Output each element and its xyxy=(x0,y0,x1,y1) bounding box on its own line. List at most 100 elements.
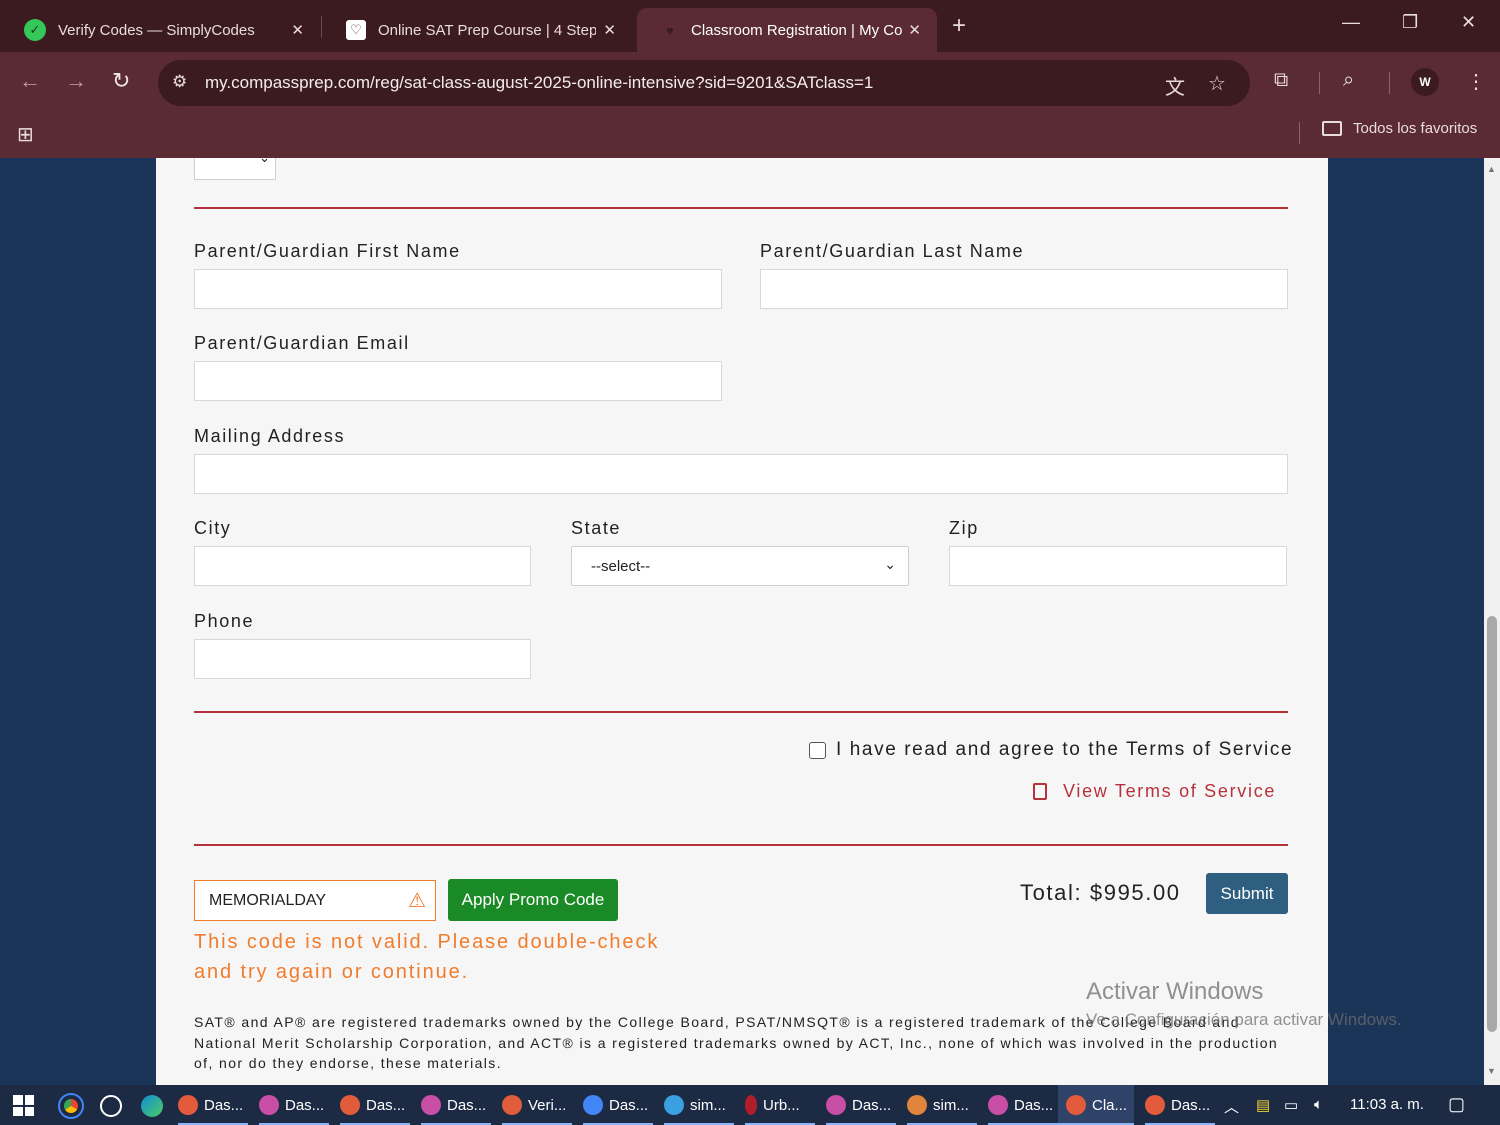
section-divider xyxy=(194,711,1288,713)
scroll-up-icon[interactable]: ▲ xyxy=(1487,164,1496,174)
submit-button[interactable]: Submit xyxy=(1206,873,1288,914)
scroll-down-icon[interactable]: ▼ xyxy=(1487,1066,1496,1076)
bookmarks-folder-label: Todos los favoritos xyxy=(1353,120,1478,137)
reading-mode-icon[interactable]: ⌕ xyxy=(1343,69,1354,92)
parent-last-name-label: Parent/Guardian Last Name xyxy=(760,241,1025,261)
parent-last-name-input[interactable] xyxy=(760,269,1288,309)
chevron-down-icon: ⌄ xyxy=(259,158,270,166)
volume-icon[interactable]: 🔈︎ xyxy=(1314,1096,1323,1113)
chrome-icon[interactable] xyxy=(58,1093,84,1119)
tab-title: Verify Codes — SimplyCodes xyxy=(58,21,255,39)
zip-label: Zip xyxy=(949,518,979,538)
taskbar-item[interactable]: sim... xyxy=(664,1085,734,1125)
taskbar-item[interactable]: Das... xyxy=(421,1085,491,1125)
profile-avatar[interactable]: W xyxy=(1411,68,1439,96)
tos-checkbox[interactable] xyxy=(809,741,826,759)
bookmark-star-icon[interactable]: ☆ xyxy=(1208,71,1226,96)
order-total: Total: $995.00 xyxy=(1020,880,1181,905)
close-icon[interactable]: ✕ xyxy=(908,21,921,39)
menu-kebab-icon[interactable]: ⋮ xyxy=(1466,69,1486,94)
site-settings-icon[interactable]: ⚙ xyxy=(172,72,187,92)
view-tos-label[interactable]: View Terms of Service xyxy=(1063,781,1276,802)
phone-label: Phone xyxy=(194,611,255,631)
restore-icon[interactable]: ❐ xyxy=(1402,12,1418,33)
browser-toolbar: ← → ↻ ⚙ my.compassprep.com/reg/sat-class… xyxy=(0,52,1500,114)
taskbar-clock[interactable]: 11:03 a. m. xyxy=(1350,1096,1424,1113)
view-tos-link[interactable]: View Terms of Service xyxy=(1033,781,1276,802)
city-label: City xyxy=(194,518,232,538)
tab-sat-prep[interactable]: ♡ Online SAT Prep Course | 4 Step ✕ xyxy=(322,8,632,52)
taskbar-item[interactable]: sim... xyxy=(907,1085,977,1125)
chrome-profile-icon xyxy=(1145,1095,1165,1115)
network-icon[interactable]: ▭ xyxy=(1284,1096,1298,1114)
forward-icon[interactable]: → xyxy=(65,68,87,94)
chrome-profile-icon xyxy=(583,1095,603,1115)
chrome-profile-icon xyxy=(1066,1095,1086,1115)
notes-tray-icon[interactable]: ▤ xyxy=(1256,1096,1270,1114)
taskbar-item[interactable]: Das... xyxy=(826,1085,896,1125)
tab-simplycodes[interactable]: ✓ Verify Codes — SimplyCodes ✕ xyxy=(0,8,320,52)
mailing-address-input[interactable] xyxy=(194,454,1288,494)
state-select-value: --select-- xyxy=(591,557,651,575)
state-label: State xyxy=(571,518,622,538)
taskbar-item[interactable]: Das... xyxy=(1145,1085,1215,1125)
translate-icon[interactable]: 文 xyxy=(1165,71,1185,100)
tray-expand-icon[interactable]: ︿ xyxy=(1224,1096,1239,1117)
promo-code-input[interactable]: MEMORIALDAY ⚠ xyxy=(194,880,436,921)
apply-promo-button[interactable]: Apply Promo Code xyxy=(448,879,618,921)
tos-checkbox-label[interactable]: I have read and agree to the Terms of Se… xyxy=(836,739,1293,761)
taskbar-item[interactable]: Das... xyxy=(583,1085,653,1125)
taskbar-item[interactable]: Das... xyxy=(259,1085,329,1125)
window-close-icon[interactable]: ✕ xyxy=(1461,12,1476,33)
apps-grid-icon[interactable]: ⊞ xyxy=(17,122,34,147)
promo-code-value: MEMORIALDAY xyxy=(209,891,327,909)
taskbar-item[interactable]: Veri... xyxy=(502,1085,572,1125)
city-input[interactable] xyxy=(194,546,531,586)
phone-input[interactable] xyxy=(194,639,531,679)
scrollbar-thumb[interactable] xyxy=(1487,616,1497,1032)
toolbar-separator xyxy=(1389,72,1390,94)
app-icon xyxy=(745,1095,757,1115)
new-tab-icon[interactable]: + xyxy=(952,12,966,40)
whatsapp-icon[interactable] xyxy=(100,1095,122,1117)
chrome-profile-icon xyxy=(988,1095,1008,1115)
address-bar[interactable]: ⚙ my.compassprep.com/reg/sat-class-augus… xyxy=(158,60,1250,106)
chrome-profile-icon xyxy=(826,1095,846,1115)
reload-icon[interactable]: ↻ xyxy=(112,68,130,94)
notification-icon[interactable]: ▢ xyxy=(1448,1094,1465,1115)
back-icon[interactable]: ← xyxy=(19,68,41,94)
edge-icon[interactable] xyxy=(141,1095,163,1117)
promo-error-message: This code is not valid. Please double-ch… xyxy=(194,931,660,983)
page-viewport: ⌄ Parent/Guardian First Name Parent/Guar… xyxy=(0,158,1484,1085)
taskbar-item[interactable]: Urb... xyxy=(745,1085,815,1125)
all-bookmarks-folder[interactable]: Todos los favoritos xyxy=(1322,120,1477,137)
windows-start-icon[interactable] xyxy=(13,1095,34,1116)
folder-icon xyxy=(1322,121,1342,136)
chrome-profile-icon xyxy=(664,1095,684,1115)
parent-first-name-input[interactable] xyxy=(194,269,722,309)
tos-agreement-row[interactable]: I have read and agree to the Terms of Se… xyxy=(809,739,1293,761)
taskbar-item-active[interactable]: Cla... xyxy=(1058,1085,1134,1125)
close-icon[interactable]: ✕ xyxy=(291,21,304,39)
extensions-icon[interactable]: ⧉ xyxy=(1274,69,1288,92)
partial-select-above[interactable]: ⌄ xyxy=(194,158,276,180)
registration-form-card: ⌄ Parent/Guardian First Name Parent/Guar… xyxy=(156,158,1328,1085)
tab-title: Online SAT Prep Course | 4 Step xyxy=(378,21,596,39)
tab-title: Classroom Registration | My Co xyxy=(691,21,903,39)
tab-classroom-registration[interactable]: ♥ Classroom Registration | My Co ✕ xyxy=(637,8,937,52)
windows-taskbar: Das... Das... Das... Das... Veri... Das.… xyxy=(0,1085,1500,1125)
mailing-address-label: Mailing Address xyxy=(194,426,346,446)
taskbar-item[interactable]: Das... xyxy=(178,1085,248,1125)
minimize-icon[interactable]: — xyxy=(1342,12,1360,33)
section-divider xyxy=(194,844,1288,846)
zip-input[interactable] xyxy=(949,546,1287,586)
url-text[interactable]: my.compassprep.com/reg/sat-class-august-… xyxy=(205,73,873,93)
toolbar-separator xyxy=(1319,72,1320,94)
page-scrollbar[interactable]: ▲ ▼ xyxy=(1484,158,1500,1085)
taskbar-item[interactable]: Das... xyxy=(988,1085,1058,1125)
state-select[interactable]: --select-- ⌄ xyxy=(571,546,909,586)
section-divider xyxy=(194,207,1288,209)
taskbar-item[interactable]: Das... xyxy=(340,1085,410,1125)
parent-email-input[interactable] xyxy=(194,361,722,401)
close-icon[interactable]: ✕ xyxy=(603,21,616,39)
